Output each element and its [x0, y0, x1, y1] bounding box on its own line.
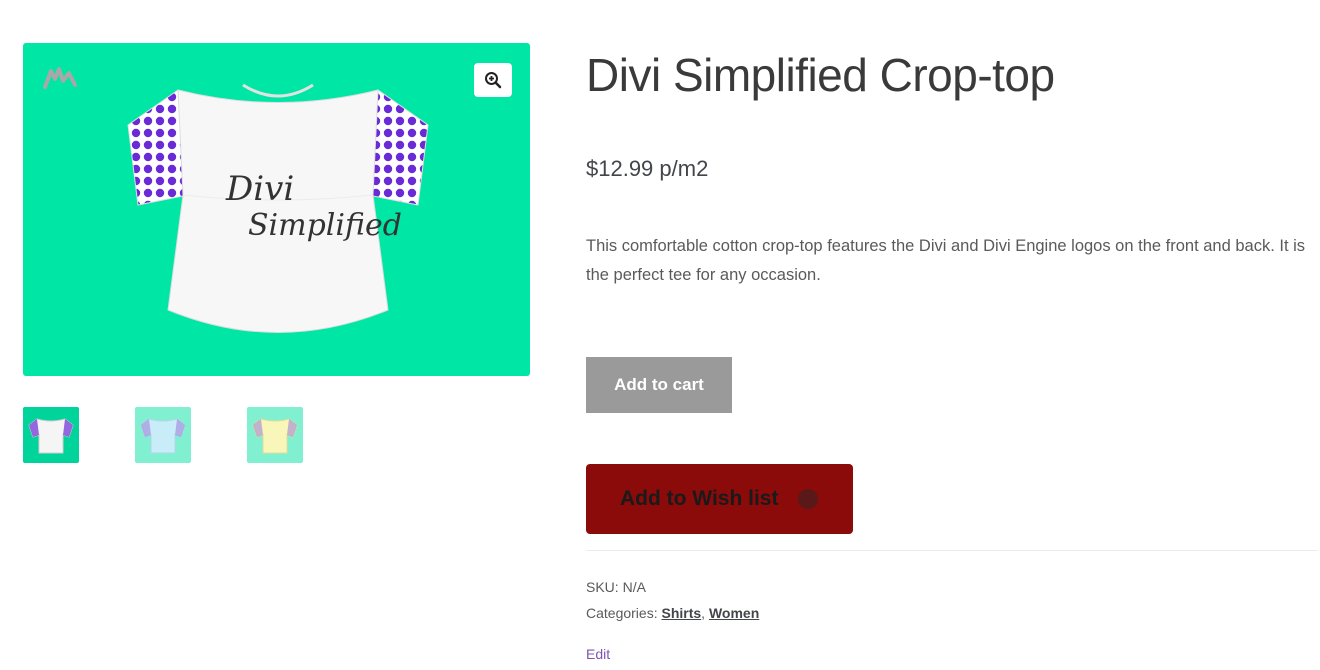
zoom-button[interactable] [474, 63, 512, 97]
divi-engine-logo-icon [43, 67, 77, 89]
product-main-image[interactable]: Divi Simplified [23, 43, 530, 376]
product-summary: Divi Simplified Crop-top $12.99 p/m2 Thi… [586, 44, 1318, 662]
add-to-wishlist-button[interactable]: Add to Wish list [586, 464, 853, 534]
product-gallery: Divi Simplified [23, 43, 530, 463]
product-title: Divi Simplified Crop-top [586, 49, 1055, 101]
product-meta: SKU: N/A Categories: Shirts, Women [586, 574, 759, 626]
wishlist-icon [798, 489, 819, 509]
thumbnail-white[interactable] [23, 407, 79, 463]
category-link-women[interactable]: Women [709, 605, 759, 621]
shirt-print-text-1: Divi [225, 169, 294, 209]
wishlist-label: Add to Wish list [620, 487, 779, 510]
categories-row: Categories: Shirts, Women [586, 600, 759, 626]
shirt-image: Divi Simplified [118, 55, 438, 375]
add-to-cart-button[interactable]: Add to cart [586, 357, 732, 413]
sku-value: N/A [622, 579, 646, 595]
zoom-in-icon [485, 72, 502, 89]
categories-label: Categories: [586, 605, 658, 621]
divider [586, 550, 1318, 551]
thumbnail-yellow[interactable] [247, 407, 303, 463]
thumbnail-blue[interactable] [135, 407, 191, 463]
thumbnail-strip [23, 407, 530, 463]
category-separator: , [701, 605, 706, 621]
edit-link[interactable]: Edit [586, 646, 610, 662]
shirt-print-text-2: Simplified [248, 208, 402, 243]
product-description: This comfortable cotton crop-top feature… [586, 237, 1306, 284]
sku-label: SKU: [586, 579, 619, 595]
sku-row: SKU: N/A [586, 574, 759, 600]
product-price: $12.99 p/m2 [586, 156, 709, 181]
category-link-shirts[interactable]: Shirts [661, 605, 701, 621]
